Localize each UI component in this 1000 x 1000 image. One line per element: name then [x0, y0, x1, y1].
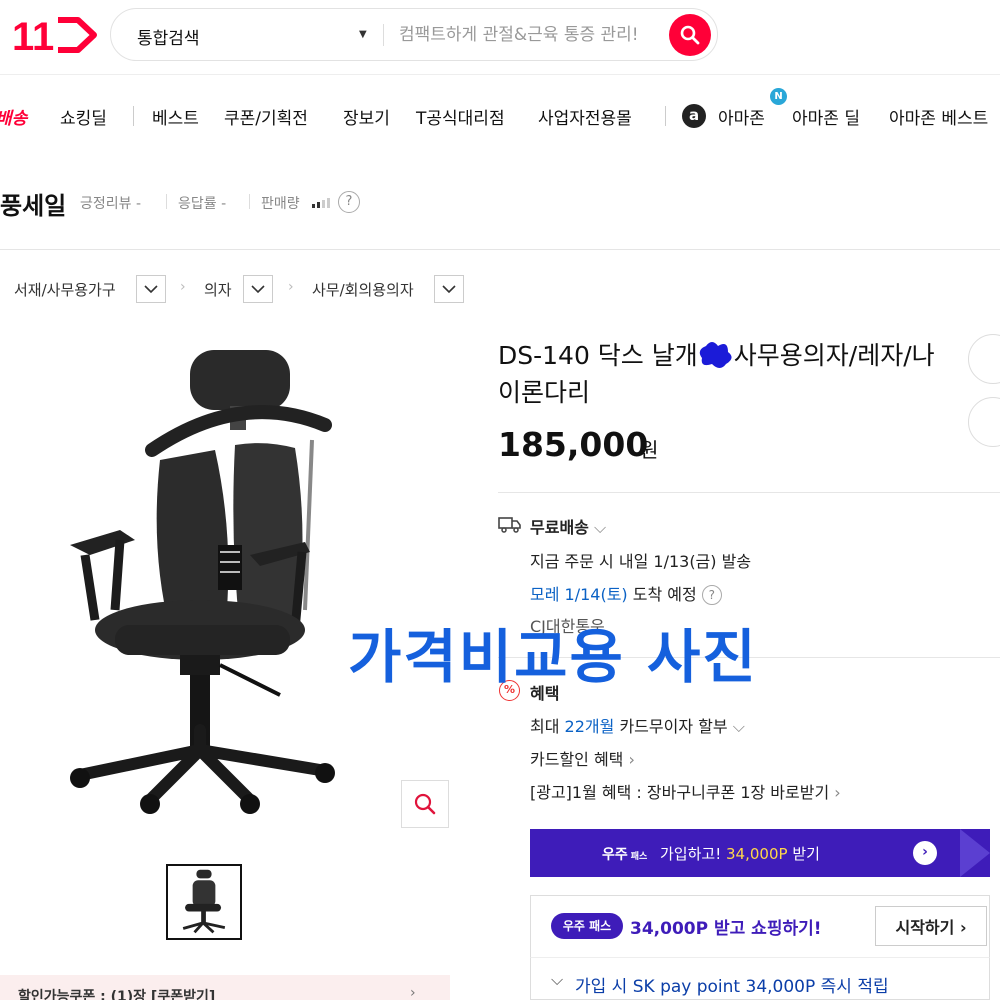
shipping-label[interactable]: 무료배송 ⌵: [530, 514, 606, 538]
chevron-right-icon: ›: [410, 985, 416, 1000]
svg-text:11: 11: [12, 15, 54, 56]
help-icon[interactable]: ?: [701, 585, 722, 605]
arrival-info: 모레 1/14(토) 도착 예정 ?: [530, 581, 722, 605]
ad-coupon-link[interactable]: [광고]1월 혜택 : 장바구니쿠폰 1장 바로받기 ›: [530, 779, 841, 803]
nav-item-t-store[interactable]: T공식대리점: [416, 104, 505, 129]
share-button[interactable]: [968, 334, 1000, 384]
chevron-right-icon: ›: [959, 918, 967, 937]
search-scope-select[interactable]: 통합검색: [137, 24, 200, 49]
seller-response-rate: 응답률 -: [178, 196, 227, 212]
watermark-text: 가격비교용 사진: [348, 623, 758, 691]
dispatch-info: 지금 주문 시 내일 1/13(금) 발송: [530, 552, 752, 571]
section-divider: [0, 249, 1000, 250]
nav-separator: [665, 106, 666, 126]
amazon-icon: a: [682, 104, 706, 128]
help-icon[interactable]: ?: [338, 191, 360, 213]
breadcrumb-item[interactable]: 의자: [204, 279, 232, 300]
chevron-down-icon: [251, 284, 265, 293]
nav-item-amazon-deal[interactable]: 아마존 딜: [792, 104, 860, 129]
arrow-right-icon: ›: [913, 841, 937, 865]
header-divider: [0, 74, 1000, 75]
caret-down-icon[interactable]: ▼: [359, 29, 367, 40]
zoom-icon: [414, 793, 436, 815]
redaction-mark: [699, 342, 732, 368]
nav-item-business[interactable]: 사업자전용몰: [538, 104, 632, 129]
product-title: DS-140 닥스 날개 사무용의자/레자/나이론다리: [498, 337, 938, 411]
wooju-brand: 우주 패스: [602, 847, 648, 863]
category-nav: 배송 쇼킹딜 베스트 쿠폰/기획전 장보기 T공식대리점 사업자전용몰 아마존 …: [0, 96, 1000, 134]
coupon-bar[interactable]: 할인가능쿠폰 : (1)장 [쿠폰받기] ›: [0, 975, 450, 1000]
coupon-text: 할인가능쿠폰 : (1)장 [쿠폰받기]: [18, 989, 216, 1000]
info-divider: [498, 492, 1000, 493]
chevron-down-icon: ⌵: [593, 518, 607, 537]
chevron-right-icon: ›: [180, 279, 186, 295]
seller-review-rate: 긍정리뷰 -: [80, 196, 142, 212]
breadcrumb-item[interactable]: 서재/사무용가구: [14, 279, 116, 300]
product-title-part1: DS-140 닥스 날개: [498, 341, 698, 370]
zoom-button[interactable]: [401, 780, 449, 828]
nav-separator: [133, 106, 134, 126]
wishlist-button[interactable]: [968, 397, 1000, 447]
search-button[interactable]: [669, 14, 711, 56]
price-currency: 원: [640, 438, 659, 462]
breadcrumb-dropdown[interactable]: [434, 275, 464, 303]
nav-item-delivery[interactable]: 배송: [0, 104, 27, 129]
arrival-suffix: 도착 예정: [632, 585, 697, 604]
new-badge: N: [770, 88, 787, 105]
start-button[interactable]: 시작하기 ›: [875, 906, 987, 946]
11st-logo[interactable]: 11: [12, 14, 102, 59]
breadcrumb-item[interactable]: 사무/회의용의자: [312, 279, 414, 300]
seller-name[interactable]: 풍세일: [0, 186, 66, 221]
search-bar: 통합검색 ▼: [110, 8, 759, 61]
nav-item-amazon[interactable]: 아마존: [718, 104, 765, 129]
banner-arrow-decoration: [960, 829, 990, 877]
wooju-banner-text: 가입하고! 34,000P 받기: [660, 845, 820, 863]
chevron-down-icon: [144, 284, 158, 293]
chevron-right-icon: ›: [288, 279, 294, 295]
pass-benefit-text: 가입 시 SK pay point 34,000P 즉시 적립: [575, 977, 889, 997]
installment-info[interactable]: 최대 22개월 카드무이자 할부 ⌵: [530, 713, 745, 737]
nav-item-amazon-best[interactable]: 아마존 베스트: [889, 104, 988, 129]
chevron-down-icon: ⌵: [551, 970, 564, 989]
sales-level-icon: [312, 198, 334, 208]
chevron-down-icon: [442, 284, 456, 293]
seller-sales-label: 판매량: [261, 196, 300, 212]
truck-icon: [498, 517, 521, 533]
wooju-pass-pill: 우주 패스: [551, 913, 623, 939]
chevron-right-icon: ›: [834, 783, 841, 802]
breadcrumb-dropdown[interactable]: [136, 275, 166, 303]
pass-promo-text: 34,000P 받고 쇼핑하기!: [630, 919, 822, 939]
breadcrumb-dropdown[interactable]: [243, 275, 273, 303]
pass-benefit-row[interactable]: ⌵ 가입 시 SK pay point 34,000P 즉시 적립: [530, 957, 990, 1000]
card-discount-link[interactable]: 카드할인 혜택 ›: [530, 746, 635, 770]
product-image[interactable]: [40, 330, 440, 820]
meta-separator: [249, 194, 250, 209]
chevron-down-icon: ⌵: [732, 717, 745, 736]
wooju-pass-promo: 우주 패스 34,000P 받고 쇼핑하기! 시작하기 ›: [530, 895, 990, 957]
search-divider: [383, 24, 384, 46]
product-price: 185,000: [498, 425, 649, 464]
nav-item-shocking-deal[interactable]: 쇼킹딜: [60, 104, 107, 129]
search-icon: [680, 25, 700, 45]
nav-item-coupon[interactable]: 쿠폰/기획전: [224, 104, 308, 129]
nav-item-grocery[interactable]: 장보기: [343, 104, 390, 129]
wooju-pass-banner[interactable]: 우주 패스 가입하고! 34,000P 받기 ›: [530, 829, 990, 877]
nav-item-best[interactable]: 베스트: [152, 104, 199, 129]
arrival-date: 모레 1/14(토): [530, 585, 628, 604]
meta-separator: [166, 194, 167, 209]
product-thumbnail[interactable]: [166, 864, 242, 940]
chevron-right-icon: ›: [628, 750, 635, 769]
